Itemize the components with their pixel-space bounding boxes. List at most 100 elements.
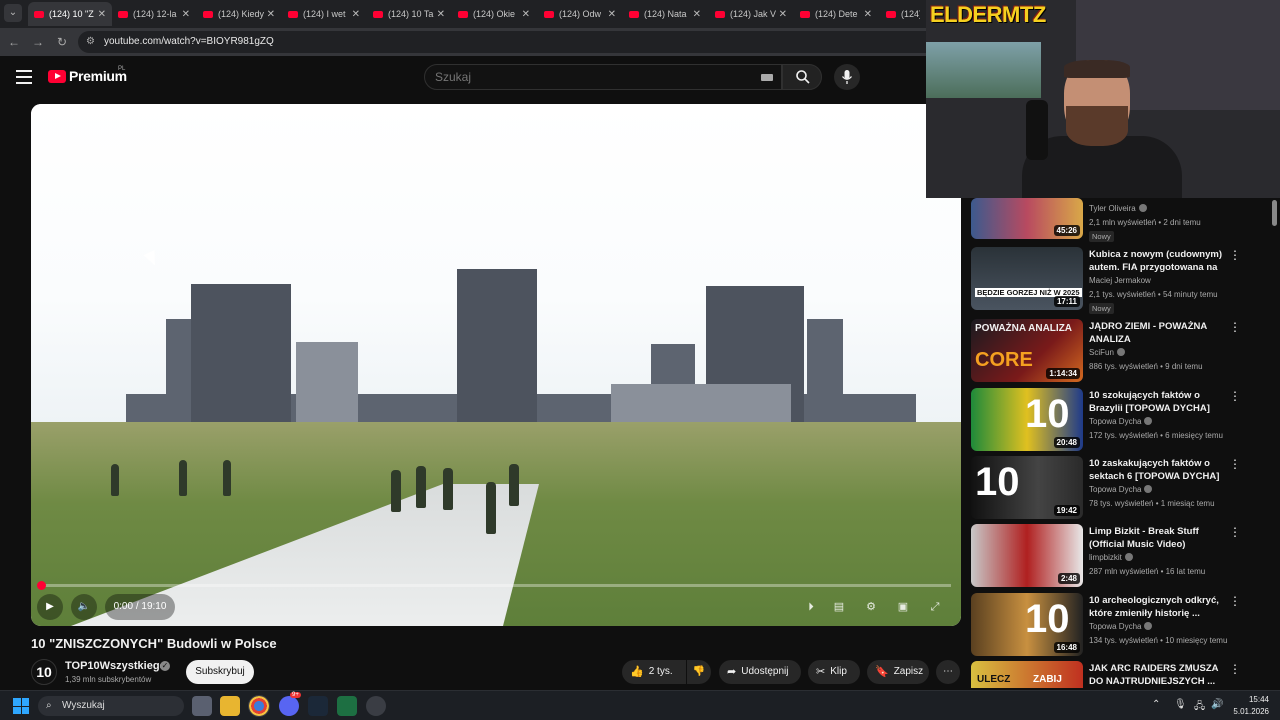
video-thumbnail[interactable]: 2:48 [971, 524, 1083, 587]
verified-check-icon: ✓ [160, 661, 170, 671]
keyboard-icon[interactable] [761, 74, 773, 81]
webcam-person-hair [1064, 60, 1130, 78]
speaker-icon[interactable]: 🔊 [1211, 699, 1223, 710]
save-button[interactable]: 🔖 Zapisz [867, 660, 929, 684]
video-thumbnail[interactable]: 45:26 [971, 198, 1083, 239]
task-view-icon[interactable] [192, 696, 212, 716]
autoplay-toggle-icon[interactable]: ⏵ [803, 599, 819, 615]
subscribe-button[interactable]: Subskrybuj [186, 660, 254, 684]
browser-tab[interactable]: (124) Dete ✕ [794, 2, 878, 26]
browser-tab[interactable]: (124) Jak V ✕ [709, 2, 793, 26]
video-thumbnail[interactable]: 10 19:42 [971, 456, 1083, 519]
reload-icon[interactable]: ↻ [54, 34, 70, 50]
video-title[interactable]: 10 zaskakujących faktów o sektach 6 [TOP… [1089, 457, 1223, 483]
close-tab-icon[interactable]: ✕ [182, 9, 190, 20]
browser-tab[interactable]: (124) Kiedy ✕ [197, 2, 281, 26]
video-title[interactable]: 10 szokujących faktów o Brazylii [TOPOWA… [1089, 389, 1223, 415]
miniplayer-icon[interactable]: ▣ [895, 599, 911, 615]
video-thumbnail[interactable]: ULECZ ZABIJ [971, 661, 1083, 688]
recommended-video[interactable]: POWAŻNA ANALIZA CORE 1:14:34 JĄDRO ZIEMI… [971, 319, 1251, 383]
close-tab-icon[interactable]: ✕ [693, 9, 701, 20]
youtube-premium-logo[interactable]: Premium PL [48, 66, 127, 84]
menu-icon[interactable] [16, 70, 32, 84]
voice-search-button[interactable] [834, 64, 860, 90]
more-vertical-icon[interactable]: ⋮ [1229, 249, 1241, 261]
video-title[interactable]: JĄDRO ZIEMI - POWAŻNA ANALIZA [1089, 320, 1223, 346]
video-thumbnail[interactable]: 10 16:48 [971, 593, 1083, 656]
video-player[interactable]: ▶ 🔈 0:00 / 19:10 ⏵ ▤ ⚙ ▣ ⤢ [31, 104, 961, 626]
play-button[interactable]: ▶ [37, 594, 63, 620]
like-button[interactable]: 👍 2 tys. [622, 660, 686, 684]
close-tab-icon[interactable]: ✕ [352, 9, 360, 20]
more-vertical-icon[interactable]: ⋮ [1229, 458, 1241, 470]
more-vertical-icon[interactable]: ⋮ [1229, 595, 1241, 607]
channel-name[interactable]: TOP10Wszystkiego [65, 660, 166, 672]
browser-tab[interactable]: (124) M [880, 2, 926, 26]
discord-icon[interactable]: 9+ [279, 692, 301, 716]
video-title[interactable]: Kubica z nowym (cudownym) autem. FIA prz… [1089, 248, 1223, 275]
share-button[interactable]: ➦ Udostępnij [719, 660, 801, 684]
recommended-video[interactable]: 10 16:48 10 archeologicznych odkryć, któ… [971, 593, 1251, 657]
search-button[interactable] [782, 64, 822, 90]
video-thumbnail[interactable]: 10 20:48 [971, 388, 1083, 451]
volume-icon[interactable]: 🔈 [71, 594, 97, 620]
settings-gear-icon[interactable]: ⚙ [863, 599, 879, 615]
video-title[interactable]: JAK ARC RAIDERS ZMUSZA DO NAJTRUDNIEJSZY… [1089, 662, 1223, 688]
recommended-video[interactable]: 10 20:48 10 szokujących faktów o Brazyli… [971, 388, 1251, 452]
back-arrow-icon[interactable]: ← [6, 34, 22, 50]
browser-tab[interactable]: (124) 10 "Z ✕ [28, 2, 112, 26]
fullscreen-icon[interactable]: ⤢ [927, 599, 943, 615]
windows-start-icon[interactable] [13, 698, 29, 714]
recommended-video[interactable]: 10 19:42 10 zaskakujących faktów o sekta… [971, 456, 1251, 520]
browser-tab[interactable]: (124) Okie ✕ [452, 2, 536, 26]
progress-scrubber[interactable] [37, 581, 46, 590]
webcam-person-beard [1066, 106, 1128, 146]
steam-icon[interactable] [308, 696, 328, 716]
progress-bar[interactable] [37, 581, 951, 590]
video-thumbnail[interactable]: BĘDZIE GORZEJ NIŻ W 2025 17:11 [971, 247, 1083, 310]
tray-clock[interactable]: 15:44 5.01.2026 [1231, 694, 1269, 718]
close-tab-icon[interactable]: ✕ [864, 9, 872, 20]
dislike-button[interactable]: 👎 [687, 660, 711, 684]
network-icon[interactable]: 🖧 [1194, 699, 1205, 716]
file-explorer-icon[interactable] [220, 696, 240, 716]
close-tab-icon[interactable]: ✕ [608, 9, 616, 20]
close-tab-icon[interactable]: ✕ [98, 9, 106, 20]
sidebar-scrollbar[interactable] [1272, 200, 1277, 226]
browser-tab[interactable]: (124) 12-la ✕ [112, 2, 196, 26]
more-vertical-icon[interactable]: ⋮ [1229, 390, 1241, 402]
browser-tab[interactable]: (124) 10 Ta ✕ [367, 2, 451, 26]
video-thumbnail[interactable]: POWAŻNA ANALIZA CORE 1:14:34 [971, 319, 1083, 382]
tray-app-icon[interactable]: 🎙 [1174, 699, 1187, 710]
channel-avatar[interactable]: 10 [31, 659, 57, 685]
recommended-video[interactable]: 2:48 Limp Bizkit - Break Stuff (Official… [971, 524, 1251, 588]
youtube-favicon-icon [544, 10, 554, 18]
search-input[interactable] [435, 70, 755, 84]
more-actions-button[interactable]: ⋯ [936, 660, 960, 684]
obs-icon[interactable] [366, 696, 386, 716]
more-vertical-icon[interactable]: ⋮ [1229, 663, 1241, 675]
close-tab-icon[interactable]: ✕ [267, 9, 275, 20]
excel-icon[interactable] [337, 696, 357, 716]
video-title[interactable]: Limp Bizkit - Break Stuff (Official Musi… [1089, 525, 1223, 551]
site-info-icon[interactable]: ⚙ [86, 36, 95, 47]
close-tab-icon[interactable]: ✕ [522, 9, 530, 20]
recommended-video[interactable]: ULECZ ZABIJ JAK ARC RAIDERS ZMUSZA DO NA… [971, 661, 1251, 688]
browser-tab[interactable]: (124) I wet ✕ [282, 2, 366, 26]
browser-tab[interactable]: (124) Odw ✕ [538, 2, 622, 26]
clip-button[interactable]: ✂ Klip [808, 660, 860, 684]
forward-arrow-icon[interactable]: → [30, 34, 46, 50]
more-vertical-icon[interactable]: ⋮ [1229, 321, 1241, 333]
browser-tab[interactable]: (124) Nata ✕ [623, 2, 707, 26]
recommended-video[interactable]: BĘDZIE GORZEJ NIŻ W 2025 17:11 Kubica z … [971, 247, 1251, 314]
tray-chevron-up-icon[interactable]: ⌃ [1152, 699, 1160, 710]
video-title[interactable]: 10 archeologicznych odkryć, które zmieni… [1089, 594, 1223, 620]
close-tab-icon[interactable]: ✕ [779, 9, 787, 20]
close-tab-icon[interactable]: ✕ [437, 9, 445, 20]
taskbar-search[interactable]: ⌕ Wyszukaj [38, 696, 184, 716]
address-bar[interactable]: ⚙ youtube.com/watch?v=BIOYR981gZQ [78, 31, 938, 53]
tab-search-chevron-icon[interactable]: ⌄ [4, 4, 22, 22]
subtitles-icon[interactable]: ▤ [831, 599, 847, 615]
chrome-icon[interactable] [248, 695, 270, 717]
more-vertical-icon[interactable]: ⋮ [1229, 526, 1241, 538]
